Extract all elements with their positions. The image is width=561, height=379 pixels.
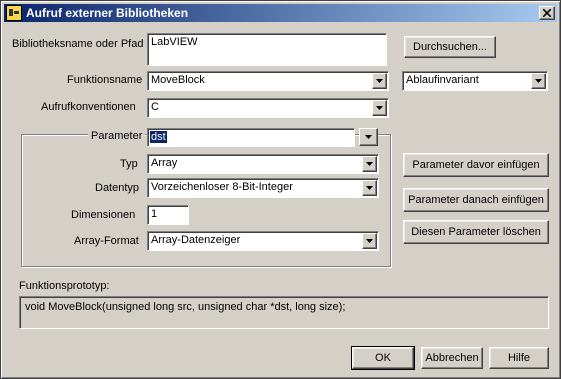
datatype-select[interactable]: Vorzeichenloser 8-Bit-Integer bbox=[147, 178, 379, 198]
array-format-dropdown[interactable] bbox=[362, 233, 377, 249]
chevron-down-icon bbox=[376, 79, 383, 83]
function-name-select[interactable]: MoveBlock bbox=[147, 71, 389, 91]
dimensions-label: Dimensionen bbox=[71, 209, 136, 221]
add-parameter-after-button[interactable]: Parameter danach einfügen bbox=[403, 188, 549, 212]
calling-convention-select[interactable]: C bbox=[147, 98, 389, 118]
library-label: Bibliotheksname oder Pfad bbox=[12, 38, 144, 50]
calling-convention-label: Aufrufkonventionen bbox=[41, 101, 136, 113]
chevron-down-icon bbox=[366, 162, 373, 166]
parameter-name-value: dst bbox=[150, 131, 167, 143]
dialog-window: Aufruf externer Bibliotheken Bibliotheks… bbox=[0, 0, 561, 379]
window-title: Aufruf externer Bibliotheken bbox=[26, 6, 189, 20]
chevron-down-icon bbox=[535, 79, 542, 83]
chevron-down-icon bbox=[366, 239, 373, 243]
title-bar[interactable]: Aufruf externer Bibliotheken bbox=[4, 4, 557, 22]
datatype-label: Datentyp bbox=[95, 182, 140, 194]
reentrancy-value: Ablaufinvariant bbox=[406, 74, 479, 86]
labview-app-icon bbox=[6, 5, 22, 21]
reentrancy-dropdown[interactable] bbox=[531, 73, 546, 89]
dimensions-input[interactable]: 1 bbox=[147, 205, 189, 225]
function-prototype: void MoveBlock(unsigned long src, unsign… bbox=[19, 296, 549, 329]
add-parameter-before-button[interactable]: Parameter davor einfügen bbox=[403, 153, 549, 177]
calling-convention-value: C bbox=[151, 101, 159, 113]
prototype-label: Funktionsprototyp: bbox=[19, 280, 110, 292]
array-format-select[interactable]: Array-Datenzeiger bbox=[147, 231, 379, 251]
array-format-label: Array-Format bbox=[74, 235, 139, 247]
datatype-value: Vorzeichenloser 8-Bit-Integer bbox=[151, 181, 293, 193]
delete-parameter-button[interactable]: Diesen Parameter löschen bbox=[403, 220, 549, 244]
help-button[interactable]: Hilfe bbox=[489, 347, 549, 369]
parameter-label: Parameter bbox=[88, 130, 146, 142]
parameter-name-input[interactable]: dst bbox=[147, 128, 355, 147]
array-format-value: Array-Datenzeiger bbox=[151, 234, 241, 246]
type-dropdown[interactable] bbox=[362, 156, 377, 172]
function-name-label: Funktionsname bbox=[67, 74, 143, 86]
browse-button[interactable]: Durchsuchen... bbox=[404, 36, 496, 58]
function-name-value: MoveBlock bbox=[151, 74, 205, 86]
close-button[interactable] bbox=[539, 6, 555, 20]
type-select[interactable]: Array bbox=[147, 154, 379, 174]
function-name-dropdown[interactable] bbox=[372, 73, 387, 89]
type-value: Array bbox=[151, 157, 178, 169]
type-label: Typ bbox=[120, 158, 138, 170]
chevron-down-icon bbox=[376, 106, 383, 110]
library-path-input[interactable]: LabVIEW bbox=[147, 33, 387, 66]
calling-convention-dropdown[interactable] bbox=[372, 100, 387, 116]
ok-button[interactable]: OK bbox=[351, 346, 415, 370]
parameter-select-button[interactable] bbox=[359, 128, 378, 146]
datatype-dropdown[interactable] bbox=[362, 180, 377, 196]
chevron-down-icon bbox=[365, 135, 372, 139]
cancel-button[interactable]: Abbrechen bbox=[421, 347, 483, 369]
close-icon bbox=[543, 9, 551, 17]
chevron-down-icon bbox=[366, 186, 373, 190]
reentrancy-select[interactable]: Ablaufinvariant bbox=[402, 71, 548, 91]
